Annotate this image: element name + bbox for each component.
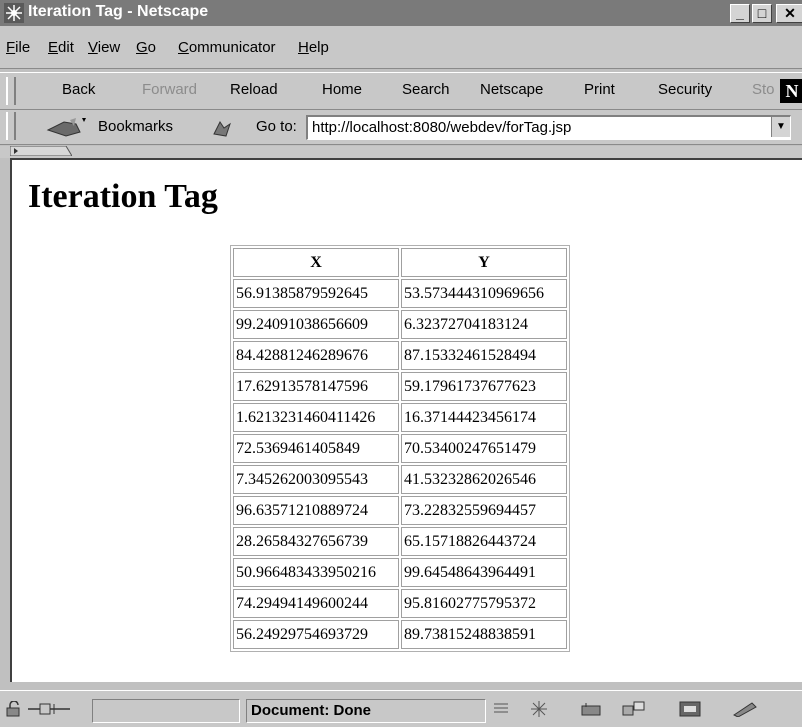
table-row: 84.42881246289676 87.15332461528494 [233,341,567,370]
table-row: 72.5369461405849 70.53400247651479 [233,434,567,463]
cell-y: 41.53232862026546 [401,465,567,494]
address-book-icon[interactable] [678,701,702,717]
menu-file[interactable]: File [6,39,30,56]
progress-bar [92,699,240,723]
netscape-app-icon [4,3,24,23]
cell-x: 84.42881246289676 [233,341,399,370]
table-header-row: X Y [233,248,567,277]
page-content[interactable]: Iteration Tag X Y 56.91385879592645 53.57… [10,158,802,682]
home-button[interactable]: Home [322,81,362,98]
cell-x: 50.966483433950216 [233,558,399,587]
cell-x: 74.29494149600244 [233,589,399,618]
collapsed-toolbar-strip [0,146,802,158]
menu-go[interactable]: Go [136,39,156,56]
table-row: 56.91385879592645 53.573444310969656 [233,279,567,308]
table-row: 96.63571210889724 73.22832559694457 [233,496,567,525]
location-grip-icon[interactable] [6,112,16,140]
cell-x: 72.5369461405849 [233,434,399,463]
print-button[interactable]: Print [584,81,615,98]
close-button[interactable]: ✕ [776,4,802,23]
netscape-button[interactable]: Netscape [480,81,543,98]
cell-x: 96.63571210889724 [233,496,399,525]
table-row: 99.24091038656609 6.32372704183124 [233,310,567,339]
security-button[interactable]: Security [658,81,712,98]
window-title-bar[interactable]: Iteration Tag - Netscape _ □ ✕ [0,0,802,26]
maximize-button[interactable]: □ [752,4,772,23]
cell-y: 59.17961737677623 [401,372,567,401]
mailbox-icon[interactable] [580,701,604,717]
toolbar-grip-icon[interactable] [6,77,16,105]
security-lock-icon[interactable] [6,701,24,717]
goto-label: Go to: [256,118,297,135]
table-row: 28.26584327656739 65.15718826443724 [233,527,567,556]
page-proxy-icon[interactable] [210,118,234,138]
cell-x: 56.91385879592645 [233,279,399,308]
menu-help[interactable]: Help [298,39,329,56]
reload-button[interactable]: Reload [230,81,278,98]
location-field[interactable]: ▼ [306,115,791,140]
back-button[interactable]: Back [62,81,95,98]
location-toolbar: Bookmarks Go to: ▼ [0,110,802,145]
cell-y: 16.37144423456174 [401,403,567,432]
search-button[interactable]: Search [402,81,450,98]
cell-y: 53.573444310969656 [401,279,567,308]
url-dropdown-button[interactable]: ▼ [771,117,790,137]
bookmarks-icon[interactable] [46,116,90,138]
composer-icon[interactable] [732,701,758,717]
menu-edit[interactable]: Edit [48,39,74,56]
navigator-icon[interactable] [528,701,550,717]
discussions-icon[interactable] [622,701,646,717]
component-bar-grip-icon[interactable] [492,701,510,717]
cell-y: 73.22832559694457 [401,496,567,525]
bookmarks-label[interactable]: Bookmarks [98,118,173,135]
column-header-y: Y [401,248,567,277]
minimize-icon: _ [736,5,744,21]
table-row: 50.966483433950216 99.64548643964491 [233,558,567,587]
cell-x: 99.24091038656609 [233,310,399,339]
status-text: Document: Done [246,699,486,723]
table-row: 7.345262003095543 41.53232862026546 [233,465,567,494]
iteration-table: X Y 56.91385879592645 53.573444310969656 9… [230,245,570,652]
connection-icon [28,703,70,715]
cell-y: 87.15332461528494 [401,341,567,370]
forward-button[interactable]: Forward [142,81,197,98]
stop-button[interactable]: Sto [752,81,775,98]
table-row: 1.6213231460411426 16.37144423456174 [233,403,567,432]
cell-y: 6.32372704183124 [401,310,567,339]
close-icon: ✕ [784,5,796,21]
table-row: 74.29494149600244 95.81602775795372 [233,589,567,618]
cell-y: 65.15718826443724 [401,527,567,556]
menu-bar: File Edit View Go Communicator Help [0,26,802,69]
minimize-button[interactable]: _ [730,4,750,23]
menu-communicator[interactable]: Communicator [178,39,276,56]
table-row: 17.62913578147596 59.17961737677623 [233,372,567,401]
page-heading: Iteration Tag [28,178,218,215]
cell-x: 1.6213231460411426 [233,403,399,432]
table-row: 56.24929754693729 89.73815248838591 [233,620,567,649]
table-body: 56.91385879592645 53.573444310969656 99.24… [233,279,567,649]
url-input[interactable] [308,117,752,137]
cell-y: 89.73815248838591 [401,620,567,649]
window-title: Iteration Tag - Netscape [28,3,209,20]
cell-x: 17.62913578147596 [233,372,399,401]
cell-y: 99.64548643964491 [401,558,567,587]
column-header-x: X [233,248,399,277]
chevron-down-icon: ▼ [776,121,786,132]
status-bar: Document: Done [0,690,802,727]
toolbar-tab-icon[interactable] [10,146,72,156]
cell-x: 7.345262003095543 [233,465,399,494]
cell-y: 95.81602775795372 [401,589,567,618]
maximize-icon: □ [757,5,767,21]
cell-y: 70.53400247651479 [401,434,567,463]
navigation-toolbar: Back Forward Reload Home Search Netscape… [0,72,802,110]
cell-x: 56.24929754693729 [233,620,399,649]
cell-x: 28.26584327656739 [233,527,399,556]
netscape-logo-icon[interactable]: N [780,79,802,103]
menu-view[interactable]: View [88,39,120,56]
